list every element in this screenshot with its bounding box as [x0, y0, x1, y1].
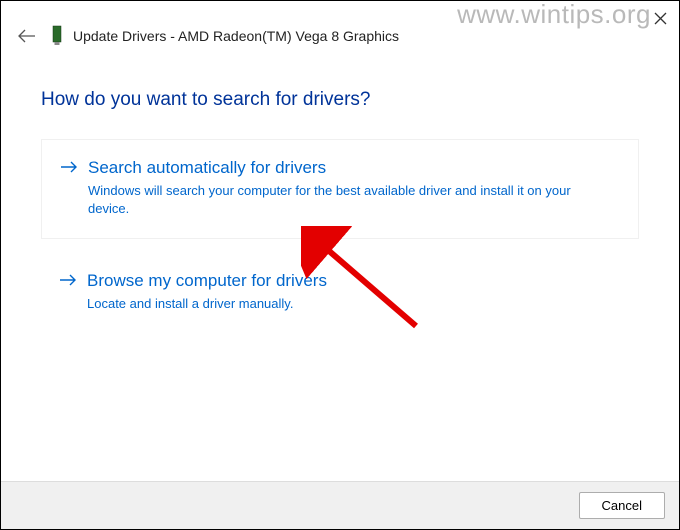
- arrow-right-icon: [59, 273, 77, 292]
- arrow-left-icon: [18, 29, 36, 43]
- browse-computer-option[interactable]: Browse my computer for drivers Locate an…: [41, 267, 639, 317]
- prompt-heading: How do you want to search for drivers?: [41, 89, 639, 111]
- option-text: Search automatically for drivers Windows…: [88, 158, 608, 218]
- main-content: How do you want to search for drivers? S…: [1, 57, 679, 318]
- option-title: Browse my computer for drivers: [87, 271, 327, 291]
- back-button[interactable]: [13, 22, 41, 50]
- option-text: Browse my computer for drivers Locate an…: [87, 271, 327, 313]
- device-icon: [49, 25, 65, 47]
- option-description: Locate and install a driver manually.: [87, 295, 327, 313]
- watermark-text: www.wintips.org: [457, 0, 651, 30]
- close-icon: [654, 12, 667, 25]
- option-title: Search automatically for drivers: [88, 158, 608, 178]
- option-description: Windows will search your computer for th…: [88, 182, 608, 218]
- arrow-right-icon: [60, 160, 78, 179]
- search-automatically-option[interactable]: Search automatically for drivers Windows…: [41, 139, 639, 239]
- cancel-button[interactable]: Cancel: [579, 492, 665, 519]
- window-title: Update Drivers - AMD Radeon(TM) Vega 8 G…: [73, 28, 663, 44]
- close-button[interactable]: [649, 7, 671, 29]
- dialog-footer: Cancel: [1, 481, 679, 529]
